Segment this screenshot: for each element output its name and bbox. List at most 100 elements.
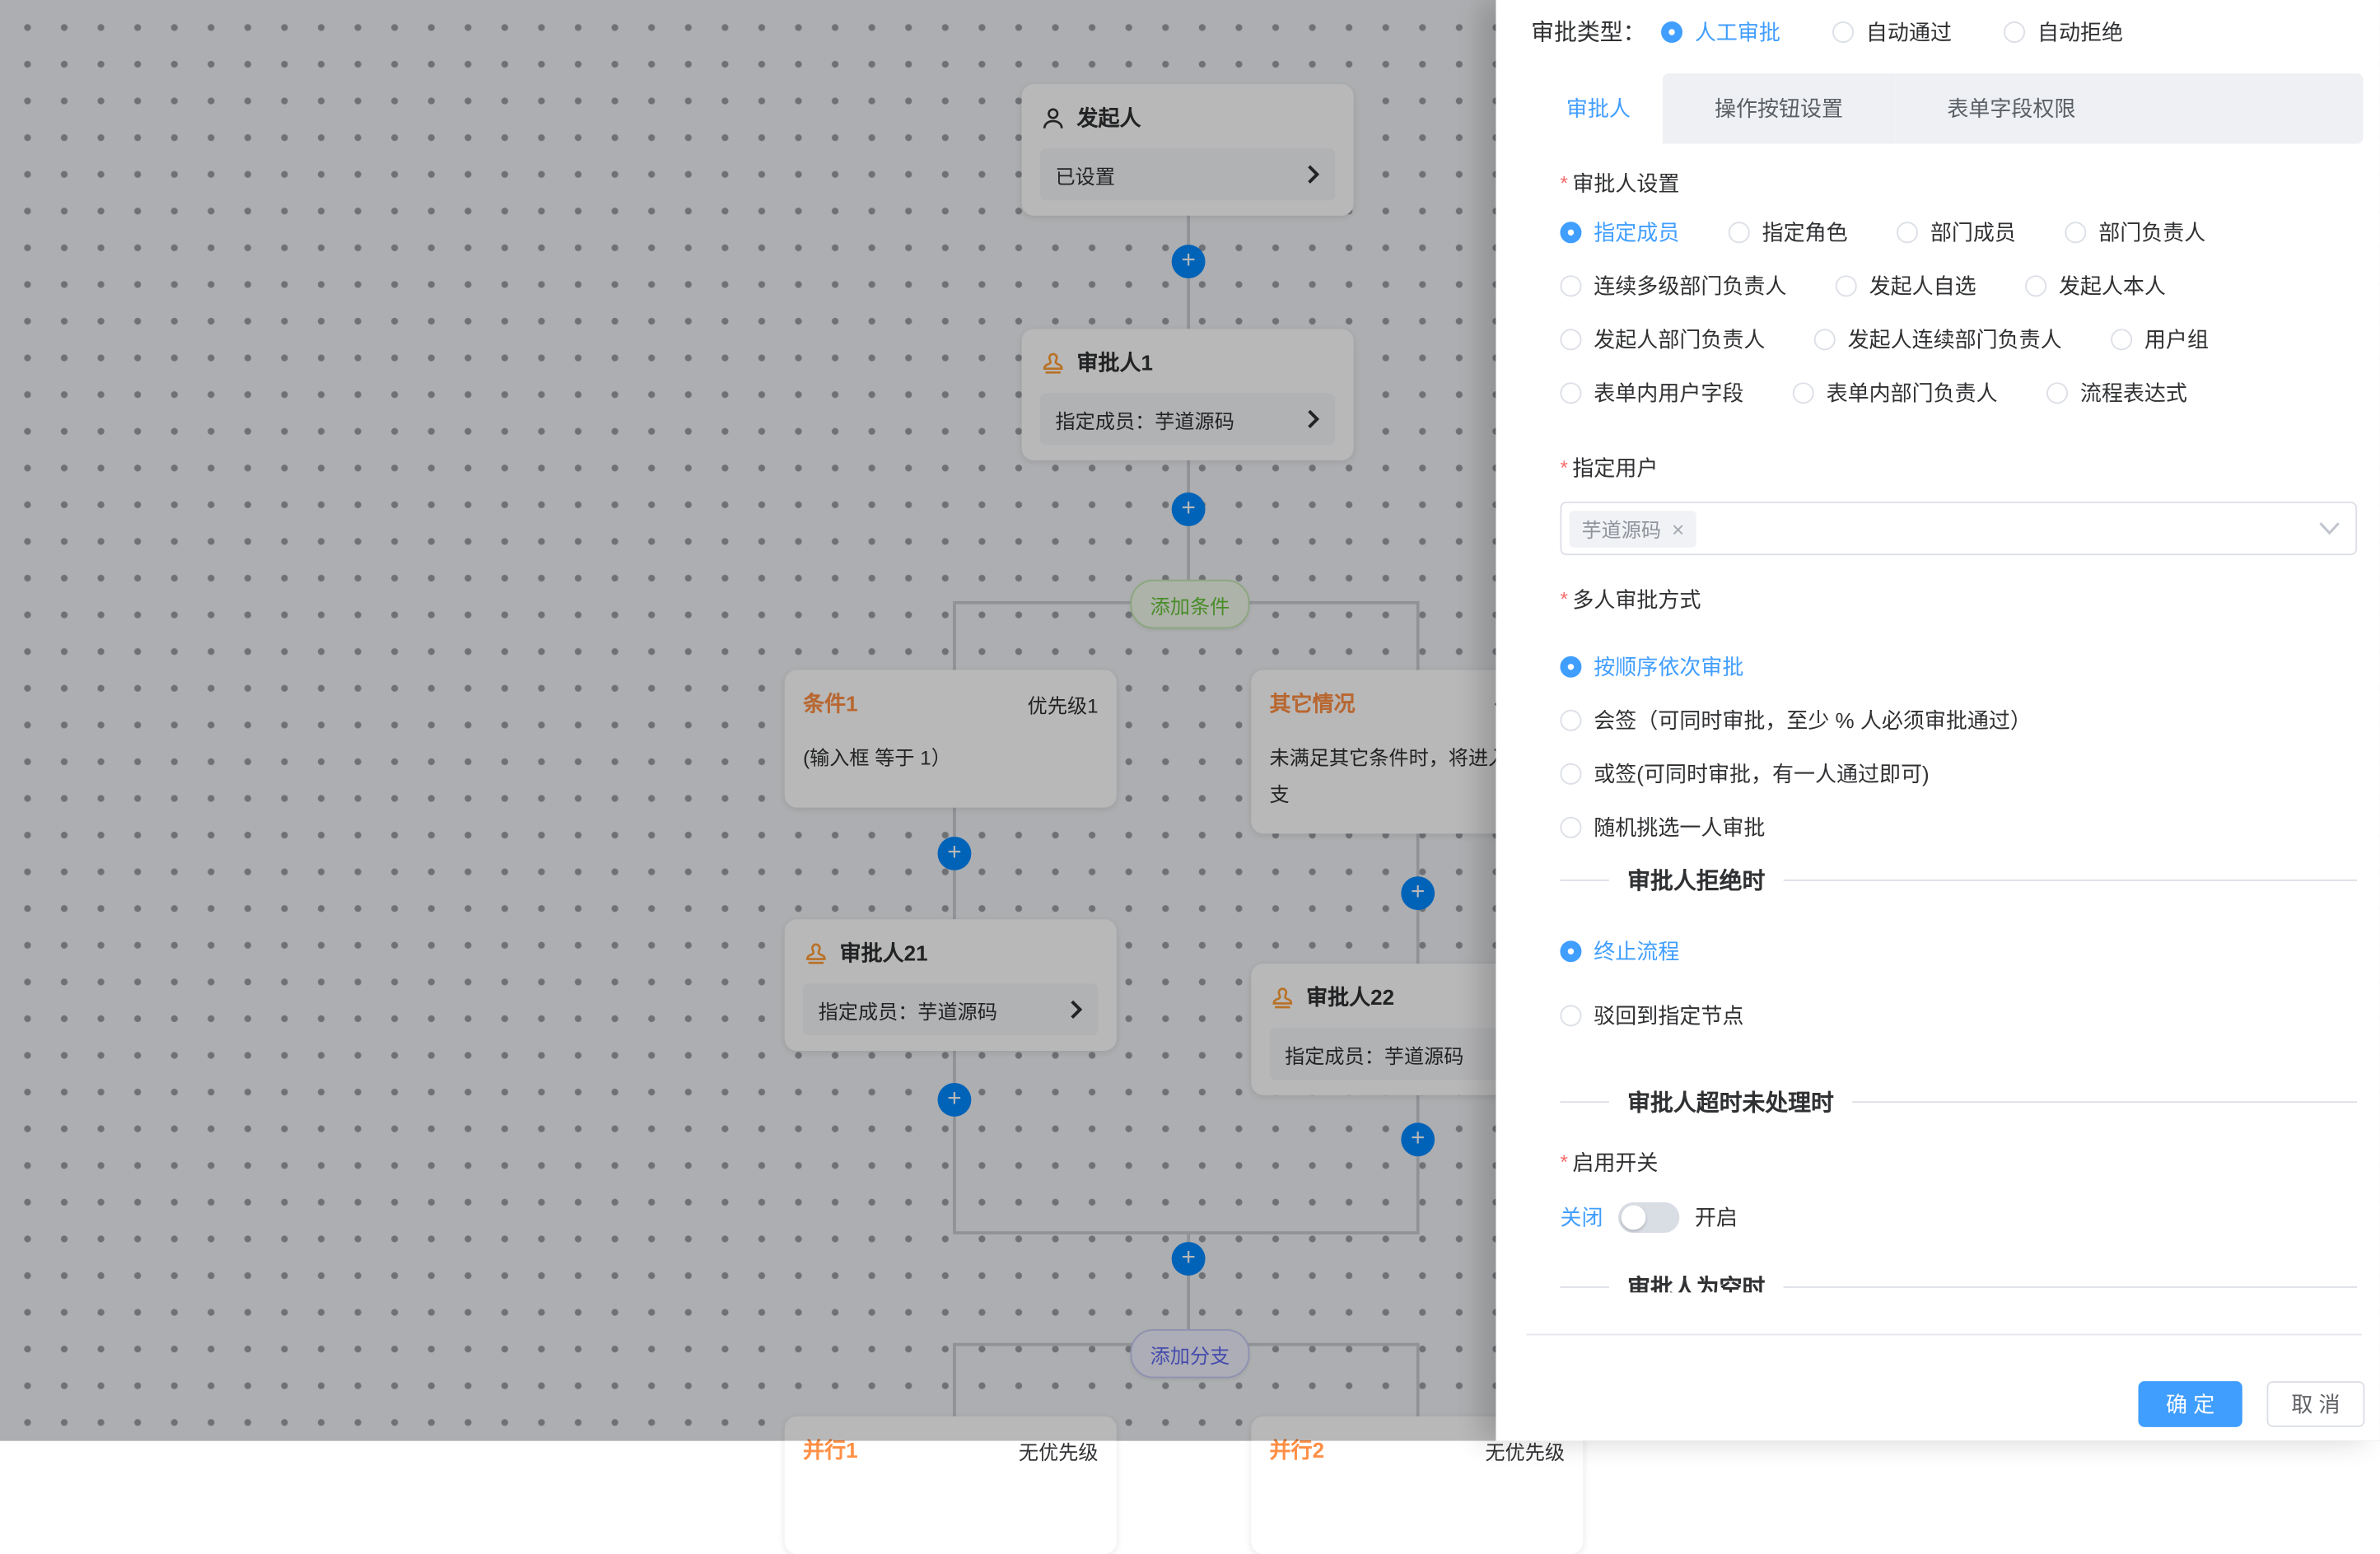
radio-label: 表单内部门负责人 (1827, 378, 1998, 408)
switch-on-label: 开启 (1695, 1202, 1738, 1233)
radio-label: 发起人自选 (1869, 271, 1976, 301)
approver-setting-radio-group: 指定成员 指定角色 部门成员 部门负责人连续多级部门负责人 发起人自选 发起人本人发起人部… (1560, 217, 2357, 432)
approver-setting-option[interactable]: 指定角色 (1729, 217, 1848, 248)
tag-close-icon[interactable]: × (1672, 516, 1684, 541)
radio-icon (1560, 275, 1581, 296)
approver-setting-option[interactable]: 部门负责人 (2065, 217, 2205, 248)
confirm-button[interactable]: 确 定 (2139, 1381, 2242, 1427)
radio-label: 按顺序依次审批 (1594, 651, 1743, 682)
chevron-down-icon (2319, 521, 2340, 535)
required-asterisk: * (1560, 1150, 1567, 1174)
radio-icon (2111, 329, 2132, 350)
tab-操作按钮设置[interactable]: 操作按钮设置 (1663, 73, 1895, 143)
on-reject-option[interactable]: 终止流程 (1560, 936, 2357, 967)
radio-label: 部门成员 (1930, 217, 2016, 248)
approver-setting-option[interactable]: 表单内用户字段 (1560, 378, 1743, 408)
radio-label: 随机挑选一人审批 (1594, 812, 1765, 842)
approver-setting-option[interactable]: 用户组 (2111, 324, 2209, 355)
radio-icon (1560, 940, 1581, 962)
approver-setting-option[interactable]: 表单内部门负责人 (1793, 378, 1998, 408)
radio-label: 指定角色 (1762, 217, 1848, 248)
approver-setting-option[interactable]: 发起人自选 (1836, 271, 1976, 301)
drawer-body: *审批人设置 指定成员指定角色部门成员部门负责人连续多级部门负责人发起人自选发起… (1496, 144, 2380, 1293)
radio-label: 发起人部门负责人 (1594, 324, 1765, 355)
radio-icon (2065, 222, 2086, 243)
drawer-footer: 确 定 取 消 (1496, 1381, 2364, 1427)
required-asterisk: * (1560, 171, 1567, 194)
approval-type-label: 审批类型： (1531, 16, 1645, 48)
radio-icon (1897, 222, 1918, 243)
radio-icon (1814, 329, 1836, 350)
approval-type-option[interactable]: 人工审批 (1661, 16, 1780, 47)
user-tag: 芋道源码 × (1570, 510, 1697, 547)
radio-label: 自动通过 (1866, 16, 1952, 47)
tab-审批人[interactable]: 审批人 (1534, 73, 1663, 143)
approver-setting-option[interactable]: 发起人部门负责人 (1560, 324, 1765, 355)
radio-label: 流程表达式 (2080, 378, 2187, 408)
radio-label: 终止流程 (1594, 936, 1679, 967)
radio-icon (1560, 656, 1581, 678)
on-timeout-divider: 审批人超时未处理时 (1560, 1086, 2357, 1118)
workflow-designer: +++++++添加条件添加分支发起人已设置审批人1指定成员：芋道源码条件1优先级… (0, 0, 2380, 1441)
multi-approve-option[interactable]: 或签(可同时审批，有一人通过即可) (1560, 758, 2357, 789)
radio-icon (1560, 329, 1581, 350)
cancel-button[interactable]: 取 消 (2267, 1381, 2365, 1427)
approver-setting-option[interactable]: 发起人连续部门负责人 (1814, 324, 2062, 355)
radio-label: 人工审批 (1695, 16, 1780, 47)
radio-icon (1560, 382, 1581, 404)
timeout-toggle-switch[interactable] (1618, 1202, 1679, 1233)
approver-setting-option[interactable]: 指定成员 (1560, 217, 1679, 248)
multi-approve-radio-group: 按顺序依次审批会签（可同时审批，至少 % 人必须审批通过） 或签(可同时审批，有一… (1560, 651, 2357, 842)
footer-divider (1527, 1334, 2362, 1336)
radio-icon (1729, 222, 1750, 243)
radio-icon (1560, 222, 1581, 243)
radio-icon (1560, 763, 1581, 785)
radio-label: 自动拒绝 (2037, 16, 2123, 47)
approver-setting-label: *审批人设置 (1560, 168, 2357, 198)
partial-divider: 审批人为空时 (1560, 1271, 2357, 1292)
radio-icon (1832, 21, 1854, 42)
drawer-tabs: 审批人操作按钮设置表单字段权限 (1534, 73, 2364, 143)
on-reject-option[interactable]: 驳回到指定节点 (1560, 1001, 2357, 1031)
approver-setting-option[interactable]: 流程表达式 (2046, 378, 2187, 408)
enable-switch-label: *启用开关 (1560, 1147, 2357, 1178)
radio-icon (1793, 382, 1814, 404)
on-reject-radio-group: 终止流程驳回到指定节点 (1560, 936, 2357, 1031)
multi-approve-option[interactable]: 随机挑选一人审批 (1560, 812, 2357, 842)
radio-label: 驳回到指定节点 (1594, 1001, 1743, 1031)
switch-off-label: 关闭 (1560, 1202, 1603, 1233)
required-asterisk: * (1560, 455, 1567, 478)
multi-approve-option[interactable]: 按顺序依次审批 (1560, 651, 2357, 682)
multi-approve-option[interactable]: 会签（可同时审批，至少 % 人必须审批通过） (1560, 705, 2357, 735)
radio-icon (2004, 21, 2025, 42)
approver-setting-option[interactable]: 连续多级部门负责人 (1560, 271, 1786, 301)
approval-type-row: 审批类型： 人工审批 自动通过 自动拒绝 (1531, 16, 2123, 48)
radio-icon (1560, 817, 1581, 838)
required-asterisk: * (1560, 587, 1567, 610)
timeout-switch-row: 关闭 开启 (1560, 1202, 2357, 1233)
radio-label: 连续多级部门负责人 (1594, 271, 1786, 301)
radio-icon (1836, 275, 1857, 296)
approval-type-radio-group: 人工审批 自动通过 自动拒绝 (1661, 16, 2123, 47)
approval-settings-drawer: 审批类型： 人工审批 自动通过 自动拒绝 审批人操作按钮设置表单字段权限 *审批人设… (1496, 0, 2380, 1441)
approval-type-option[interactable]: 自动拒绝 (2004, 16, 2123, 47)
approval-type-option[interactable]: 自动通过 (1832, 16, 1952, 47)
on-reject-divider: 审批人拒绝时 (1560, 864, 2357, 896)
assigned-user-label: *指定用户 (1560, 453, 2357, 483)
approver-setting-option[interactable]: 发起人本人 (2025, 271, 2166, 301)
radio-icon (2046, 382, 2068, 404)
user-tag-label: 芋道源码 (1581, 514, 1661, 543)
tab-strip-filler (2128, 73, 2364, 143)
radio-label: 或签(可同时审批，有一人通过即可) (1594, 758, 1929, 789)
radio-label: 发起人本人 (2059, 271, 2166, 301)
radio-label: 部门负责人 (2098, 217, 2205, 248)
radio-icon (1661, 21, 1682, 42)
radio-label: 用户组 (2144, 324, 2209, 355)
assigned-user-select[interactable]: 芋道源码 × (1560, 502, 2357, 555)
radio-label: 指定成员 (1594, 217, 1679, 248)
approver-setting-option[interactable]: 部门成员 (1897, 217, 2016, 248)
switch-knob (1622, 1206, 1646, 1230)
radio-label: 会签（可同时审批，至少 % 人必须审批通过） (1594, 705, 2032, 735)
radio-label: 发起人连续部门负责人 (1848, 324, 2062, 355)
tab-表单字段权限[interactable]: 表单字段权限 (1895, 73, 2127, 143)
